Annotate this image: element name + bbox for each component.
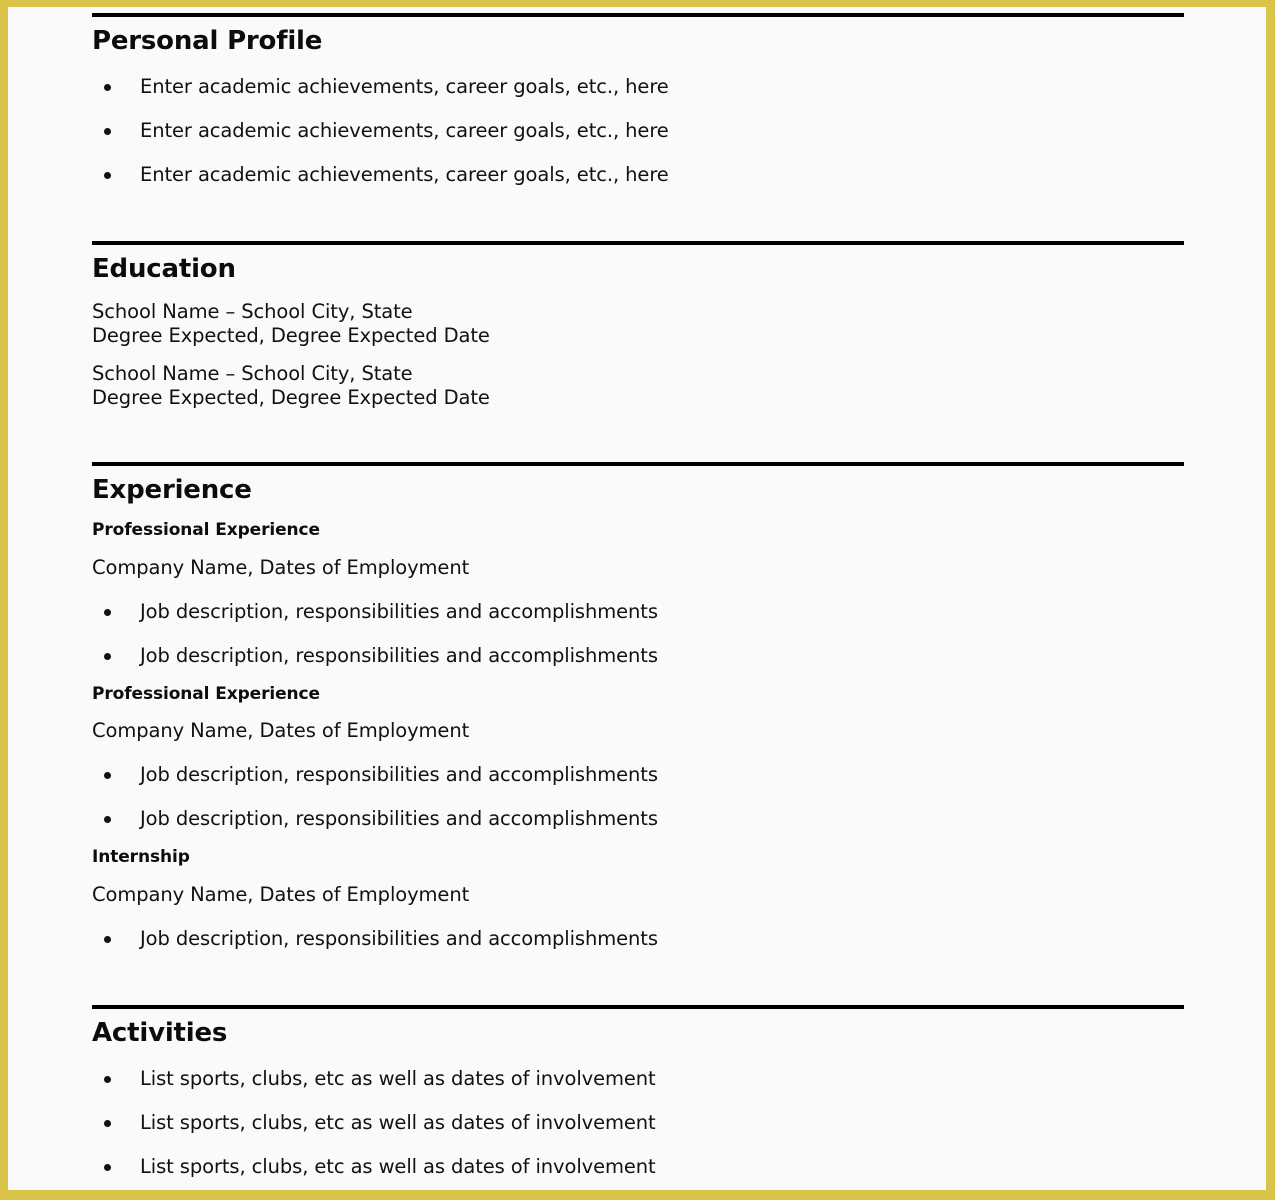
education-entry: School Name – School City, State Degree … <box>92 362 1184 410</box>
experience-bullet-list: Job description, responsibilities and ac… <box>92 763 1184 831</box>
list-item-text: Enter academic achievements, career goal… <box>140 119 669 143</box>
section-divider-education <box>92 241 1184 246</box>
bullet-point-icon <box>104 1164 111 1172</box>
experience-entry: Professional Experience Company Name, Da… <box>92 683 1184 832</box>
list-item: List sports, clubs, etc as well as dates… <box>92 1155 1184 1179</box>
bullet-point-icon <box>104 172 111 180</box>
list-item-text: Job description, responsibilities and ac… <box>140 599 658 623</box>
list-item: List sports, clubs, etc as well as dates… <box>92 1111 1184 1135</box>
section-education: Education School Name – School City, Sta… <box>8 254 1266 410</box>
bullet-point-icon <box>104 128 111 136</box>
education-degree: Degree Expected, Degree Expected Date <box>92 385 490 409</box>
bullet-point-icon <box>104 772 111 780</box>
bullet-point-icon <box>104 1076 111 1084</box>
list-item: Job description, responsibilities and ac… <box>92 927 1184 951</box>
section-activities: Activities List sports, clubs, etc as we… <box>8 1017 1266 1179</box>
section-title-education: Education <box>92 254 236 285</box>
list-item: Enter academic achievements, career goal… <box>92 163 1184 187</box>
personal-profile-bullet-list: Enter academic achievements, career goal… <box>92 75 1184 187</box>
list-item: Job description, responsibilities and ac… <box>92 807 1184 831</box>
list-item: Enter academic achievements, career goal… <box>92 119 1184 143</box>
education-school: School Name – School City, State <box>92 299 413 323</box>
experience-entry: Internship Company Name, Dates of Employ… <box>92 848 1184 951</box>
experience-subtitle: Internship <box>92 847 190 868</box>
list-item: Job description, responsibilities and ac… <box>92 600 1184 624</box>
resume-document: Personal Profile Enter academic achievem… <box>8 7 1266 1190</box>
list-item: Job description, responsibilities and ac… <box>92 644 1184 668</box>
bullet-point-icon <box>104 608 111 616</box>
list-item-text: Job description, responsibilities and ac… <box>140 763 658 787</box>
section-divider-experience <box>92 461 1184 466</box>
bullet-point-icon <box>104 652 111 660</box>
section-title-experience: Experience <box>92 474 252 505</box>
experience-entry: Professional Experience Company Name, Da… <box>92 521 1184 668</box>
activities-bullet-list: List sports, clubs, etc as well as dates… <box>92 1067 1184 1179</box>
section-divider-activities <box>92 1004 1184 1009</box>
list-item-text: Job description, responsibilities and ac… <box>140 643 658 667</box>
section-title-personal-profile: Personal Profile <box>92 26 323 56</box>
list-item-text: List sports, clubs, etc as well as dates… <box>140 1155 656 1179</box>
list-item-text: Job description, responsibilities and ac… <box>140 926 658 950</box>
bullet-point-icon <box>104 816 111 824</box>
section-personal-profile: Personal Profile Enter academic achievem… <box>8 26 1266 187</box>
experience-bullet-list: Job description, responsibilities and ac… <box>92 600 1184 668</box>
experience-subtitle: Professional Experience <box>92 519 320 540</box>
education-degree: Degree Expected, Degree Expected Date <box>92 323 490 347</box>
education-school: School Name – School City, State <box>92 361 413 385</box>
list-item-text: List sports, clubs, etc as well as dates… <box>140 1067 656 1091</box>
bullet-point-icon <box>104 935 111 943</box>
section-divider-personal-profile <box>92 13 1184 17</box>
section-experience: Experience Professional Experience Compa… <box>8 474 1266 951</box>
experience-subtitle: Professional Experience <box>92 683 320 704</box>
experience-company: Company Name, Dates of Employment <box>92 719 470 743</box>
list-item-text: Job description, responsibilities and ac… <box>140 807 658 831</box>
experience-bullet-list: Job description, responsibilities and ac… <box>92 927 1184 951</box>
list-item-text: Enter academic achievements, career goal… <box>140 75 669 99</box>
list-item: List sports, clubs, etc as well as dates… <box>92 1067 1184 1091</box>
section-title-activities: Activities <box>92 1017 228 1048</box>
bullet-point-icon <box>104 84 111 92</box>
experience-company: Company Name, Dates of Employment <box>92 882 470 906</box>
list-item: Job description, responsibilities and ac… <box>92 763 1184 787</box>
list-item: Enter academic achievements, career goal… <box>92 75 1184 99</box>
bullet-point-icon <box>104 1120 111 1128</box>
page-frame: Personal Profile Enter academic achievem… <box>0 0 1275 1200</box>
education-entry: School Name – School City, State Degree … <box>92 300 1184 348</box>
list-item-text: List sports, clubs, etc as well as dates… <box>140 1111 656 1135</box>
experience-company: Company Name, Dates of Employment <box>92 555 470 579</box>
list-item-text: Enter academic achievements, career goal… <box>140 163 669 187</box>
